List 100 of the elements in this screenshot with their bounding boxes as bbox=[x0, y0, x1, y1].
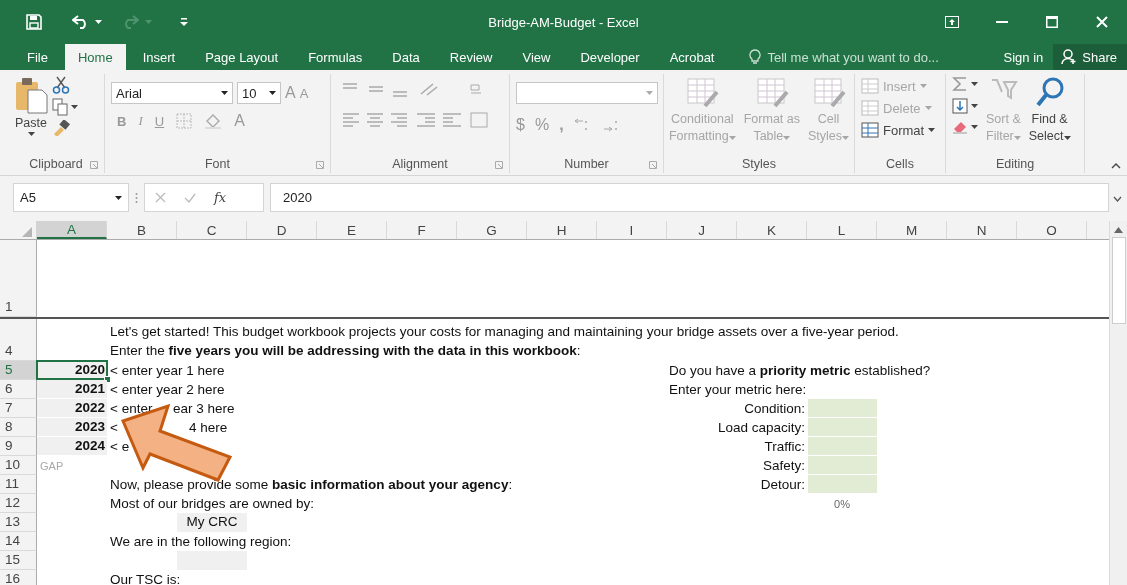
row-header[interactable]: 7 bbox=[0, 399, 37, 418]
row-header[interactable]: 4 bbox=[0, 319, 37, 361]
select-all-icon[interactable] bbox=[22, 227, 32, 237]
column-header[interactable]: B bbox=[107, 221, 177, 239]
font-size-field[interactable]: 10 bbox=[237, 82, 281, 104]
table-brush-icon bbox=[685, 76, 720, 110]
ribbon-tab[interactable]: Formulas bbox=[295, 44, 376, 70]
metric-input-field[interactable] bbox=[808, 418, 877, 436]
caret-icon bbox=[1013, 136, 1021, 140]
row-header[interactable]: 1 bbox=[0, 240, 37, 317]
ribbon-tab[interactable]: Acrobat bbox=[656, 44, 728, 70]
dialog-launcher-icon[interactable] bbox=[495, 161, 503, 169]
vertical-align-icon[interactable] bbox=[343, 82, 483, 98]
fill-down-icon[interactable] bbox=[952, 98, 968, 114]
column-header[interactable]: C bbox=[177, 221, 247, 239]
row-header[interactable]: 13 bbox=[0, 513, 37, 532]
fill-bucket-icon[interactable] bbox=[204, 113, 223, 129]
row-header[interactable]: 10 bbox=[0, 456, 37, 475]
row-header[interactable]: 14 bbox=[0, 532, 37, 551]
year-input-cell[interactable]: 2021 bbox=[37, 380, 107, 398]
share-button[interactable]: Share bbox=[1053, 44, 1127, 70]
caret-icon bbox=[646, 91, 653, 95]
collapse-ribbon-icon[interactable] bbox=[1111, 163, 1121, 169]
window-title: Bridge-AM-Budget - Excel bbox=[488, 15, 639, 30]
group-label: Clipboard bbox=[28, 157, 84, 171]
row-header[interactable]: 9 bbox=[0, 437, 37, 456]
cancel-icon[interactable] bbox=[155, 192, 166, 203]
row-header[interactable]: 16 bbox=[0, 570, 37, 585]
dialog-launcher-icon[interactable] bbox=[649, 161, 657, 169]
ribbon-tab[interactable]: Data bbox=[379, 44, 433, 70]
row-header[interactable]: 8 bbox=[0, 418, 37, 437]
dropdown-cell[interactable]: My CRC bbox=[177, 513, 247, 532]
year-input-cell[interactable]: 2024 bbox=[37, 437, 107, 455]
sign-in-link[interactable]: Sign in bbox=[993, 44, 1054, 70]
caret-icon bbox=[783, 136, 791, 140]
row-header[interactable]: 5 bbox=[0, 361, 37, 380]
column-header[interactable]: A bbox=[37, 221, 107, 239]
metric-input-field[interactable] bbox=[808, 399, 877, 417]
ribbon-tab[interactable]: Developer bbox=[567, 44, 653, 70]
ribbon-tab[interactable]: Review bbox=[436, 44, 506, 70]
column-header[interactable]: J bbox=[667, 221, 737, 239]
format-painter-icon[interactable] bbox=[52, 120, 70, 136]
person-icon bbox=[1061, 49, 1078, 65]
row-header[interactable]: 15 bbox=[0, 551, 37, 570]
metric-label: Traffic: bbox=[764, 438, 806, 456]
customize-toolbar-icon[interactable] bbox=[180, 18, 188, 26]
insert-function-button[interactable]: fx bbox=[214, 190, 227, 205]
metric-input-field[interactable] bbox=[808, 475, 877, 493]
dialog-launcher-icon[interactable] bbox=[90, 161, 98, 169]
column-header[interactable]: K bbox=[737, 221, 807, 239]
save-icon[interactable] bbox=[26, 14, 42, 30]
instruction-text: < bbox=[109, 419, 118, 437]
sum-icon[interactable] bbox=[952, 76, 968, 92]
column-header[interactable]: E bbox=[317, 221, 387, 239]
name-box[interactable]: A5 bbox=[13, 183, 129, 212]
column-header[interactable]: L bbox=[807, 221, 877, 239]
expand-caret-icon[interactable] bbox=[1113, 196, 1122, 202]
metric-label: Load capacity: bbox=[717, 419, 806, 437]
year-input-cell[interactable]: 2022 bbox=[37, 399, 107, 417]
cut-icon[interactable] bbox=[52, 76, 70, 94]
editing-button[interactable]: Find & Select bbox=[1028, 76, 1071, 144]
row-header[interactable]: 11 bbox=[0, 475, 37, 494]
lightbulb-icon bbox=[749, 49, 762, 65]
metric-input-field[interactable] bbox=[808, 456, 877, 474]
question-text: Enter your metric here: bbox=[668, 381, 807, 399]
scroll-up-icon[interactable] bbox=[1114, 227, 1123, 233]
column-header[interactable]: F bbox=[387, 221, 457, 239]
tell-me-search[interactable]: Tell me what you want to do... bbox=[749, 44, 939, 70]
eraser-icon[interactable] bbox=[952, 120, 968, 134]
number-format-field[interactable] bbox=[516, 82, 658, 104]
column-header[interactable]: H bbox=[527, 221, 597, 239]
ribbon-tab[interactable]: File bbox=[14, 44, 61, 70]
column-header[interactable]: N bbox=[947, 221, 1017, 239]
borders-icon[interactable] bbox=[176, 113, 193, 129]
column-header[interactable]: D bbox=[247, 221, 317, 239]
ribbon-tab[interactable]: View bbox=[509, 44, 564, 70]
ribbon-tab[interactable]: Insert bbox=[129, 44, 189, 70]
cells-button[interactable]: Format bbox=[861, 122, 936, 138]
redo-icon bbox=[122, 15, 139, 29]
ribbon-tab[interactable]: Page Layout bbox=[192, 44, 292, 70]
instruction-text: Now, please provide some basic information about your agency: bbox=[109, 476, 513, 494]
paste-button[interactable]: Paste bbox=[14, 76, 48, 136]
instruction-text: ear 3 here bbox=[173, 401, 235, 416]
column-header[interactable]: I bbox=[597, 221, 667, 239]
copy-icon[interactable] bbox=[52, 98, 68, 116]
enter-icon[interactable] bbox=[184, 192, 196, 203]
year-input-cell[interactable]: 2023 bbox=[37, 418, 107, 436]
undo-icon[interactable] bbox=[72, 15, 89, 29]
font-name-field[interactable]: Arial bbox=[111, 82, 233, 104]
column-header[interactable]: G bbox=[457, 221, 527, 239]
column-header[interactable]: M bbox=[877, 221, 947, 239]
scrollbar-thumb[interactable] bbox=[1111, 237, 1126, 324]
column-header[interactable]: O bbox=[1017, 221, 1087, 239]
instruction-text: < e bbox=[109, 438, 130, 456]
row-header[interactable]: 12 bbox=[0, 494, 37, 513]
ribbon-tab[interactable]: Home bbox=[64, 44, 126, 70]
dialog-launcher-icon[interactable] bbox=[316, 161, 324, 169]
formula-input[interactable]: 2020 bbox=[270, 183, 1109, 212]
row-header[interactable]: 6 bbox=[0, 380, 37, 399]
metric-input-field[interactable] bbox=[808, 437, 877, 455]
